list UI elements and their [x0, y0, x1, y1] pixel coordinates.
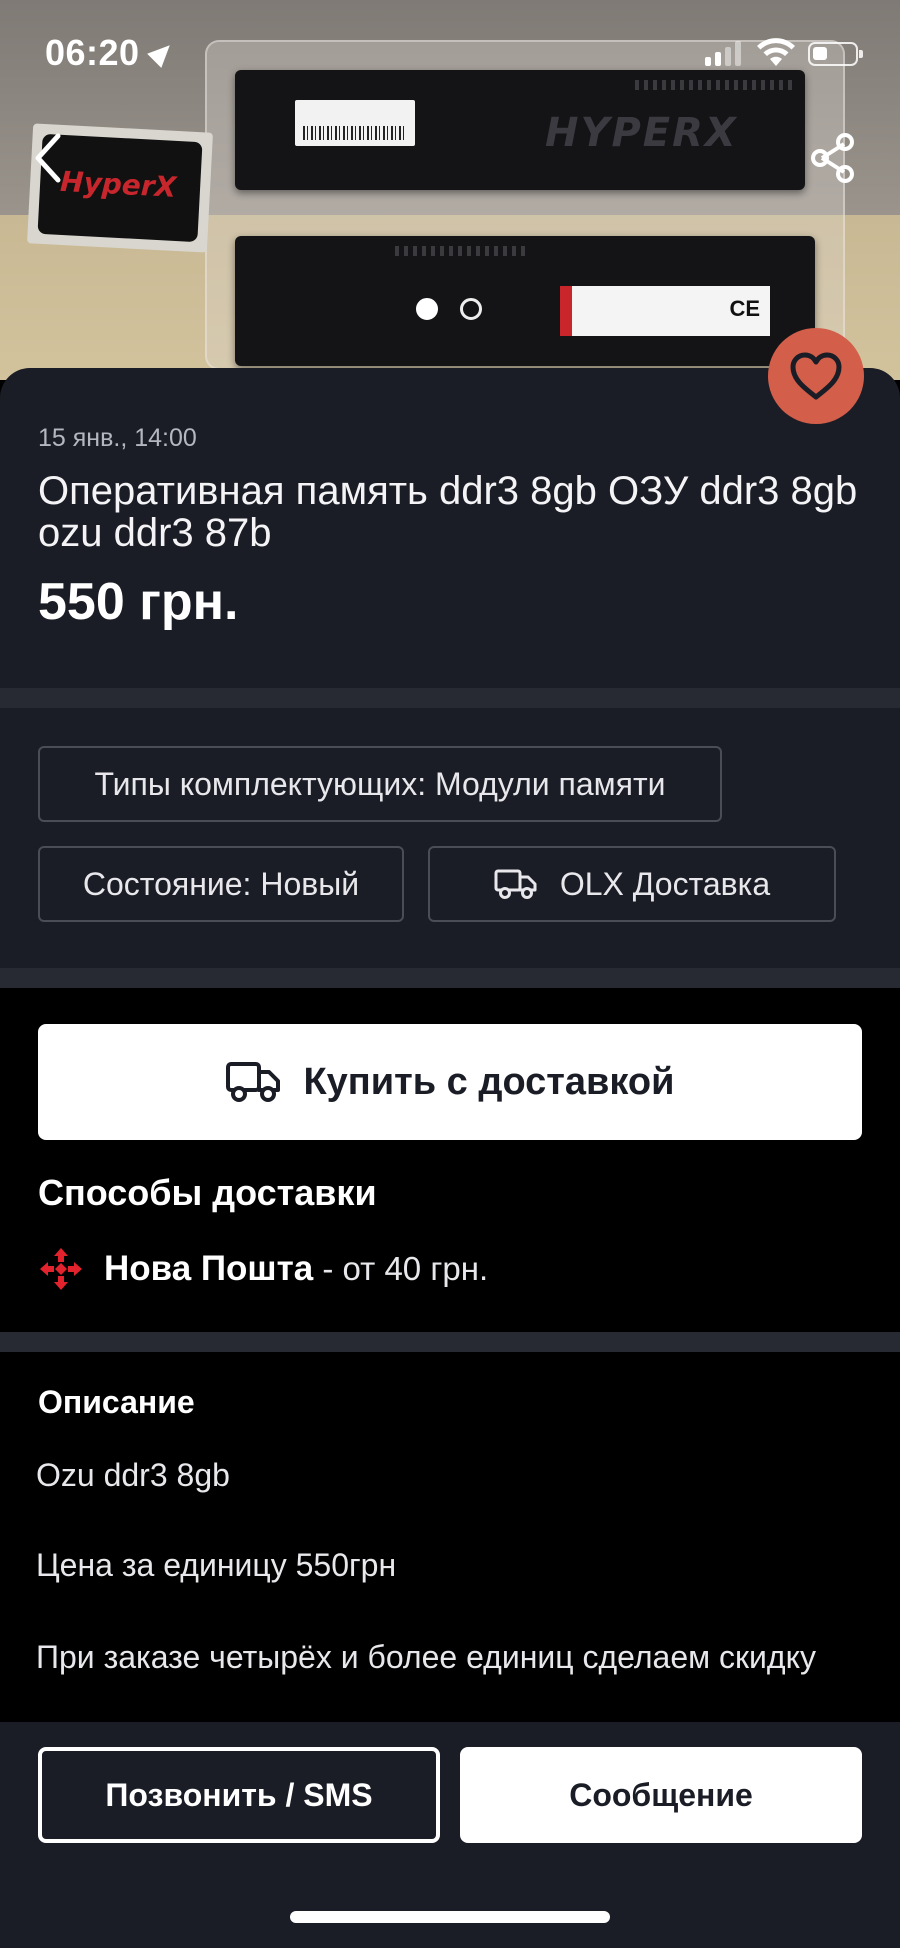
listing-date: 15 янв., 14:00 — [38, 424, 197, 452]
listing-price: 550 грн. — [38, 573, 239, 631]
gallery-dot-active[interactable] — [416, 298, 438, 320]
ram-brand-logo: HYPERX — [545, 110, 738, 156]
buy-button-label: Купить с доставкой — [303, 1060, 675, 1103]
favorite-button[interactable] — [768, 328, 864, 424]
status-time: 06:20 — [45, 32, 140, 73]
buy-with-delivery-button[interactable]: Купить с доставкой — [38, 1024, 862, 1140]
delivery-method-nova-poshta: Нова Пошта - от 40 грн. — [38, 1246, 488, 1292]
section-divider — [0, 688, 900, 708]
nova-poshta-logo-icon — [40, 1248, 82, 1290]
gallery-dot[interactable] — [460, 298, 482, 320]
param-condition-text: Состояние: Новый — [82, 865, 360, 902]
truck-icon — [226, 1062, 281, 1102]
description-line: Цена за единицу 550грн — [36, 1547, 397, 1583]
param-chip-condition[interactable]: Состояние: Новый — [38, 846, 404, 922]
olx-delivery-text: OLX Доставка — [559, 865, 771, 902]
cellular-signal-icon — [705, 40, 741, 66]
description-line: Ozu ddr3 8gb — [36, 1457, 230, 1493]
battery-icon — [808, 42, 863, 66]
sticker-logo-text: HyperX — [59, 164, 178, 204]
call-sms-button[interactable]: Позвонить / SMS — [38, 1747, 440, 1843]
call-button-label: Позвонить / SMS — [105, 1776, 373, 1813]
truck-icon — [494, 869, 537, 899]
description-heading: Описание — [38, 1384, 195, 1420]
status-bar: 06:20 — [0, 0, 900, 110]
gallery-pagination — [416, 298, 482, 320]
message-button[interactable]: Сообщение — [460, 1747, 862, 1843]
carrier-price: - от 40 грн. — [313, 1250, 489, 1287]
ram-module-bottom: CE — [235, 236, 815, 366]
section-divider — [0, 1332, 900, 1352]
listing-title: Оперативная память ddr3 8gb ОЗУ ddr3 8gb… — [38, 469, 858, 555]
home-indicator[interactable] — [290, 1911, 610, 1923]
ram-vents — [395, 246, 525, 256]
carrier-name: Нова Пошта — [104, 1249, 314, 1288]
message-button-label: Сообщение — [569, 1776, 753, 1813]
back-chevron-icon[interactable] — [28, 128, 68, 188]
heart-icon — [790, 352, 842, 400]
ce-mark: CE — [729, 296, 760, 321]
olx-delivery-chip[interactable]: OLX Доставка — [428, 846, 836, 922]
delivery-methods-heading: Способы доставки — [38, 1172, 377, 1213]
description-line: При заказе четырёх и более единиц сделае… — [36, 1639, 816, 1675]
location-arrow-icon — [147, 38, 177, 68]
ram-spec-label: CE — [560, 286, 770, 336]
param-chip-type[interactable]: Типы комплектующих: Модули памяти — [38, 746, 722, 822]
share-icon[interactable] — [808, 132, 856, 184]
section-divider — [0, 968, 900, 988]
param-type-text: Типы комплектующих: Модули памяти — [94, 765, 666, 802]
wifi-icon — [757, 38, 795, 66]
